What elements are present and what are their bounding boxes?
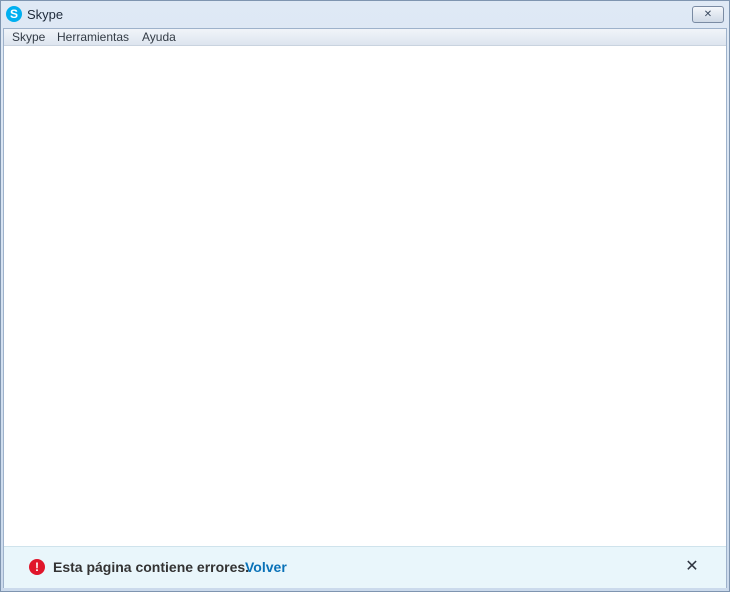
back-link[interactable]: Volver <box>245 559 287 575</box>
error-message: Esta página contiene errores. <box>53 559 250 575</box>
skype-logo-icon: S <box>6 6 22 22</box>
window-title: Skype <box>27 7 64 22</box>
error-notification-bar: ! Esta página contiene errores. Volver ✕ <box>4 546 726 588</box>
skype-window: S Skype ✕ Skype Herramientas Ayuda ! Est… <box>0 0 730 592</box>
menu-ayuda[interactable]: Ayuda <box>142 30 176 44</box>
menu-skype[interactable]: Skype <box>12 30 45 44</box>
window-close-button[interactable]: ✕ <box>692 6 724 23</box>
client-area: Skype Herramientas Ayuda ! Esta página c… <box>3 28 727 588</box>
title-bar[interactable]: S Skype ✕ <box>1 1 729 28</box>
page-content <box>4 46 726 546</box>
dismiss-icon[interactable]: ✕ <box>684 557 700 575</box>
error-icon: ! <box>29 559 45 575</box>
menu-bar: Skype Herramientas Ayuda <box>4 29 726 46</box>
menu-herramientas[interactable]: Herramientas <box>57 30 129 44</box>
